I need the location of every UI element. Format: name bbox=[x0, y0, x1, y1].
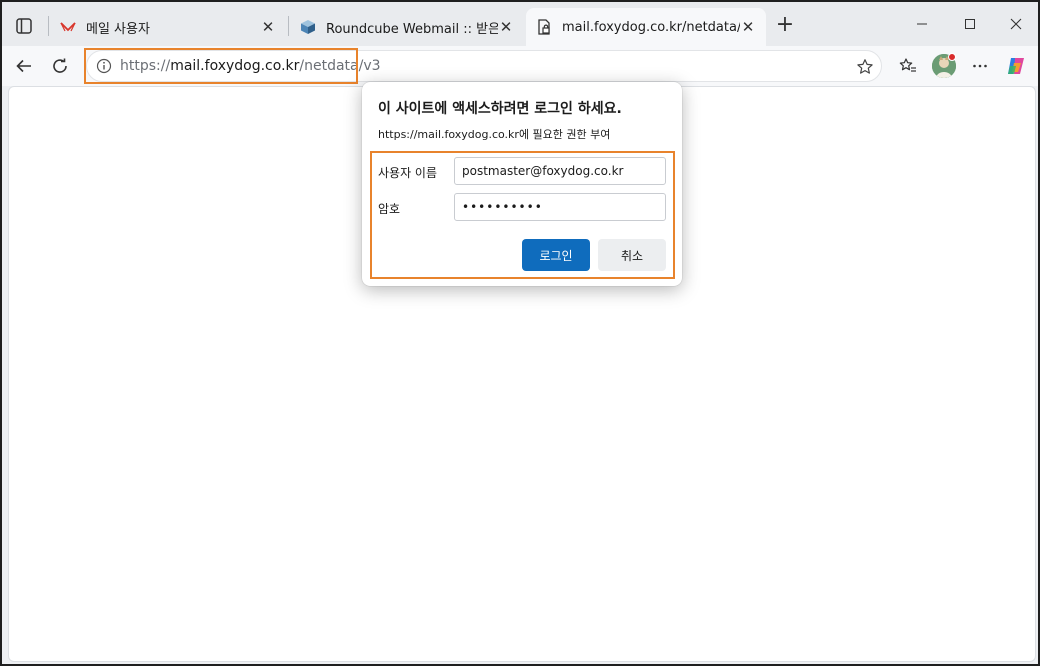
tab-title: Roundcube Webmail :: 받은 편지함 bbox=[326, 21, 498, 37]
site-info-icon[interactable] bbox=[95, 57, 113, 75]
tab-netdata[interactable]: mail.foxydog.co.kr/netdata/v3 ✕ bbox=[526, 8, 766, 46]
maximize-icon[interactable] bbox=[958, 12, 982, 36]
url-path: /netdata/v3 bbox=[299, 58, 381, 74]
close-icon[interactable]: ✕ bbox=[740, 18, 756, 36]
url-scheme: https:// bbox=[120, 58, 171, 74]
navigation-toolbar: https://mail.foxydog.co.kr/netdata/v3 bbox=[2, 46, 1038, 86]
new-tab-icon[interactable]: + bbox=[774, 14, 796, 36]
notification-dot bbox=[948, 53, 956, 61]
login-button[interactable]: 로그인 bbox=[522, 239, 590, 271]
dialog-subtitle: https://mail.foxydog.co.kr에 필요한 권한 부여 bbox=[378, 128, 611, 141]
mail-icon bbox=[60, 19, 76, 35]
tab-title: mail.foxydog.co.kr/netdata/v3 bbox=[562, 19, 740, 35]
tab-separator bbox=[288, 16, 289, 36]
favorites-icon[interactable] bbox=[896, 54, 920, 78]
dialog-title: 이 사이트에 액세스하려면 로그인 하세요. bbox=[378, 101, 622, 117]
tab-separator bbox=[48, 16, 49, 36]
login-dialog: 이 사이트에 액세스하려면 로그인 하세요. https://mail.foxy… bbox=[362, 82, 682, 286]
favorite-star-icon[interactable] bbox=[855, 57, 875, 77]
url-host: mail.foxydog.co.kr bbox=[170, 58, 300, 74]
back-icon[interactable] bbox=[12, 54, 36, 78]
tab-mail-users[interactable]: 메일 사용자 ✕ bbox=[50, 8, 286, 46]
password-input[interactable]: •••••••••• bbox=[454, 193, 666, 221]
tab-strip: 메일 사용자 ✕ Roundcube Webmail :: 받은 편지함 ✕ m… bbox=[2, 2, 1038, 46]
roundcube-icon bbox=[300, 19, 316, 35]
more-options-icon[interactable] bbox=[968, 54, 992, 78]
tab-roundcube[interactable]: Roundcube Webmail :: 받은 편지함 ✕ bbox=[290, 8, 524, 46]
browser-window: 메일 사용자 ✕ Roundcube Webmail :: 받은 편지함 ✕ m… bbox=[0, 0, 1040, 666]
cancel-button[interactable]: 취소 bbox=[598, 239, 666, 271]
window-close-icon[interactable] bbox=[1004, 12, 1028, 36]
password-label: 암호 bbox=[378, 202, 401, 216]
url-text[interactable]: https://mail.foxydog.co.kr/netdata/v3 bbox=[120, 58, 381, 74]
address-bar[interactable]: https://mail.foxydog.co.kr/netdata/v3 bbox=[86, 50, 882, 82]
username-input[interactable]: postmaster@foxydog.co.kr bbox=[454, 157, 666, 185]
close-icon[interactable]: ✕ bbox=[260, 18, 276, 36]
username-label: 사용자 이름 bbox=[378, 166, 438, 180]
close-icon[interactable]: ✕ bbox=[498, 18, 514, 36]
minimize-icon[interactable] bbox=[910, 12, 934, 36]
tab-actions-icon[interactable] bbox=[12, 14, 36, 38]
tab-title: 메일 사용자 bbox=[86, 21, 150, 37]
copilot-icon[interactable] bbox=[1004, 54, 1028, 78]
page-lock-icon bbox=[536, 19, 552, 35]
refresh-icon[interactable] bbox=[48, 54, 72, 78]
